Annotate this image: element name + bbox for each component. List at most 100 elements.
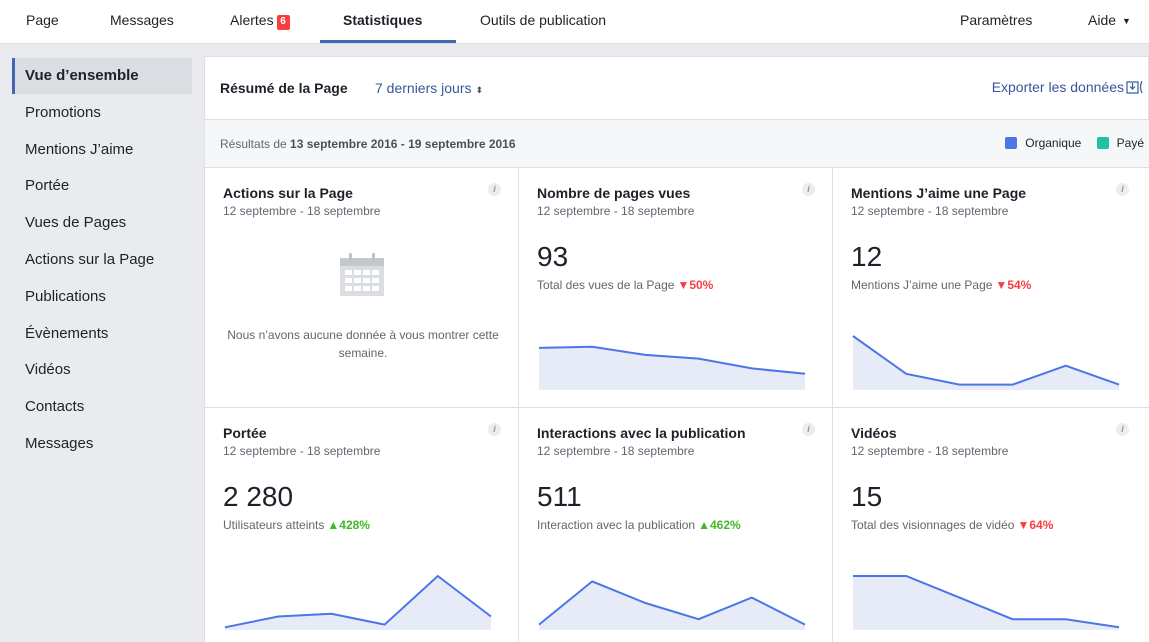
change-down: ▼64% [1017, 518, 1053, 532]
alerts-count-badge: 6 [276, 15, 290, 30]
sidebar-item-messages[interactable]: Messages [12, 426, 192, 462]
card-date: 12 septembre - 18 septembre [223, 444, 381, 458]
top-navigation: Page Messages Alertes 6 Statistiques Outi… [0, 0, 1149, 44]
sidebar-item-events[interactable]: Évènements [12, 316, 192, 352]
metric-label: Utilisateurs atteints ▲428% [223, 518, 370, 532]
change-value: 428% [339, 518, 370, 532]
metric-label-text: Mentions J’aime une Page [851, 278, 993, 292]
trend-sparkline [852, 335, 1120, 390]
period-selector[interactable]: 7 derniers jours ⬍ [375, 80, 483, 96]
results-prefix: Résultats de [220, 137, 287, 151]
card-title: Nombre de pages vues [537, 185, 691, 201]
summary-header: Résumé de la Page 7 derniers jours ⬍ Expo… [205, 57, 1149, 120]
nav-settings[interactable]: Paramètres [960, 0, 1032, 44]
card-date: 12 septembre - 18 septembre [223, 204, 381, 218]
down-triangle-icon: ▼ [1017, 518, 1030, 532]
change-value: 50% [689, 278, 714, 292]
change-down: ▼50% [677, 278, 713, 292]
paid-swatch [1096, 137, 1109, 149]
sidebar-item-overview[interactable]: Vue d’ensemble [12, 58, 192, 94]
sparkline-area [225, 576, 491, 630]
metric-value: 2 280 [223, 481, 294, 512]
page-summary-panel: Résumé de la Page 7 derniers jours ⬍ Expo… [204, 56, 1149, 642]
metric-label: Interaction avec la publication ▲462% [537, 518, 741, 532]
sidebar-item-reach[interactable]: Portée [12, 168, 192, 204]
export-data-link[interactable]: Exporter les données [992, 79, 1148, 95]
nav-publishing-tools[interactable]: Outils de publication [480, 0, 606, 44]
down-triangle-icon: ▼ [995, 278, 1008, 292]
metric-label: Mentions J’aime une Page ▼54% [851, 278, 1031, 292]
card-post-engagement[interactable]: Interactions avec la publication 12 sept… [519, 408, 833, 642]
organic-swatch [1005, 137, 1018, 149]
card-date: 12 septembre - 18 septembre [851, 444, 1009, 458]
metric-label: Total des visionnages de vidéo ▼64% [851, 518, 1053, 532]
info-icon[interactable]: i [1116, 183, 1129, 196]
legend: Organique Payé [1005, 136, 1144, 150]
legend-organic: Organique [1025, 136, 1082, 150]
info-icon[interactable]: i [488, 423, 501, 436]
card-videos[interactable]: Vidéos 12 septembre - 18 septembre i 15 … [833, 408, 1149, 642]
info-icon[interactable]: i [802, 183, 815, 196]
results-range-text: Résultats de 13 septembre 2016 - 19 sept… [220, 137, 516, 151]
info-icon[interactable]: i [488, 183, 501, 196]
card-page-actions[interactable]: Actions sur la Page 12 septembre - 18 se… [205, 168, 519, 408]
sidebar-item-posts[interactable]: Publications [12, 279, 192, 315]
metric-value: 93 [537, 241, 569, 272]
card-page-views[interactable]: Nombre de pages vues 12 septembre - 18 s… [519, 168, 833, 408]
info-icon[interactable]: i [802, 423, 815, 436]
trend-sparkline [538, 345, 806, 390]
calendar-icon [340, 253, 384, 296]
sidebar-item-likes[interactable]: Mentions J’aime [12, 132, 192, 168]
metric-label-text: Total des visionnages de vidéo [851, 518, 1015, 532]
download-icon [1126, 80, 1143, 94]
card-title: Mentions J’aime une Page [851, 185, 1027, 201]
metric-value: 12 [851, 241, 883, 272]
export-label: Exporter les données [991, 79, 1124, 95]
nav-help-label: Aide [1088, 12, 1117, 28]
nav-help[interactable]: Aide ▼ [1088, 0, 1131, 44]
summary-title: Résumé de la Page [220, 80, 348, 96]
card-reach[interactable]: Portée 12 septembre - 18 septembre i 2 2… [205, 408, 519, 642]
card-date: 12 septembre - 18 septembre [537, 444, 695, 458]
up-triangle-icon: ▲ [327, 518, 340, 532]
change-up: ▲462% [698, 518, 741, 532]
active-tab-indicator [320, 40, 456, 43]
sidebar-item-page-views[interactable]: Vues de Pages [12, 205, 192, 241]
sidebar-item-promotions[interactable]: Promotions [12, 95, 192, 131]
sparkline-area [539, 346, 805, 390]
change-value: 64% [1029, 518, 1054, 532]
results-range-row: Résultats de 13 septembre 2016 - 19 sept… [205, 120, 1149, 168]
period-label: 7 derniers jours [375, 80, 472, 96]
nav-page[interactable]: Page [26, 0, 59, 44]
trend-sparkline [224, 574, 492, 630]
trend-sparkline [538, 580, 806, 630]
change-value: 462% [710, 518, 741, 532]
nav-statistics[interactable]: Statistiques [343, 0, 422, 44]
nav-alerts-label: Alertes [230, 12, 274, 28]
card-title: Vidéos [851, 425, 897, 441]
sidebar-item-page-actions[interactable]: Actions sur la Page [12, 242, 192, 278]
card-title: Interactions avec la publication [537, 425, 746, 441]
results-date-range: 13 septembre 2016 - 19 septembre 2016 [290, 137, 516, 151]
up-triangle-icon: ▲ [698, 518, 710, 532]
metric-label-text: Total des vues de la Page [537, 278, 675, 292]
sort-arrows-icon: ⬍ [475, 85, 484, 95]
sidebar-item-contacts[interactable]: Contacts [12, 389, 192, 425]
legend-paid: Payé [1116, 136, 1144, 150]
change-down: ▼54% [995, 278, 1031, 292]
trend-sparkline [853, 575, 1120, 630]
no-data-message: Nous n’avons aucune donnée à vous montre… [227, 328, 499, 360]
sidebar: Vue d’ensemble Promotions Mentions J’aim… [0, 44, 204, 642]
card-date: 12 septembre - 18 septembre [851, 204, 1009, 218]
change-up: ▲428% [327, 518, 370, 532]
card-title: Portée [223, 425, 267, 441]
sparkline-area [539, 581, 805, 630]
metric-label-text: Interaction avec la publication [537, 518, 696, 532]
metric-value: 511 [537, 481, 582, 512]
info-icon[interactable]: i [1116, 423, 1129, 436]
sidebar-item-videos[interactable]: Vidéos [12, 352, 192, 388]
nav-messages[interactable]: Messages [110, 0, 174, 44]
nav-alerts[interactable]: Alertes 6 [230, 0, 290, 44]
card-page-likes[interactable]: Mentions J’aime une Page 12 septembre - … [833, 168, 1149, 408]
metric-label-text: Utilisateurs atteints [223, 518, 325, 532]
